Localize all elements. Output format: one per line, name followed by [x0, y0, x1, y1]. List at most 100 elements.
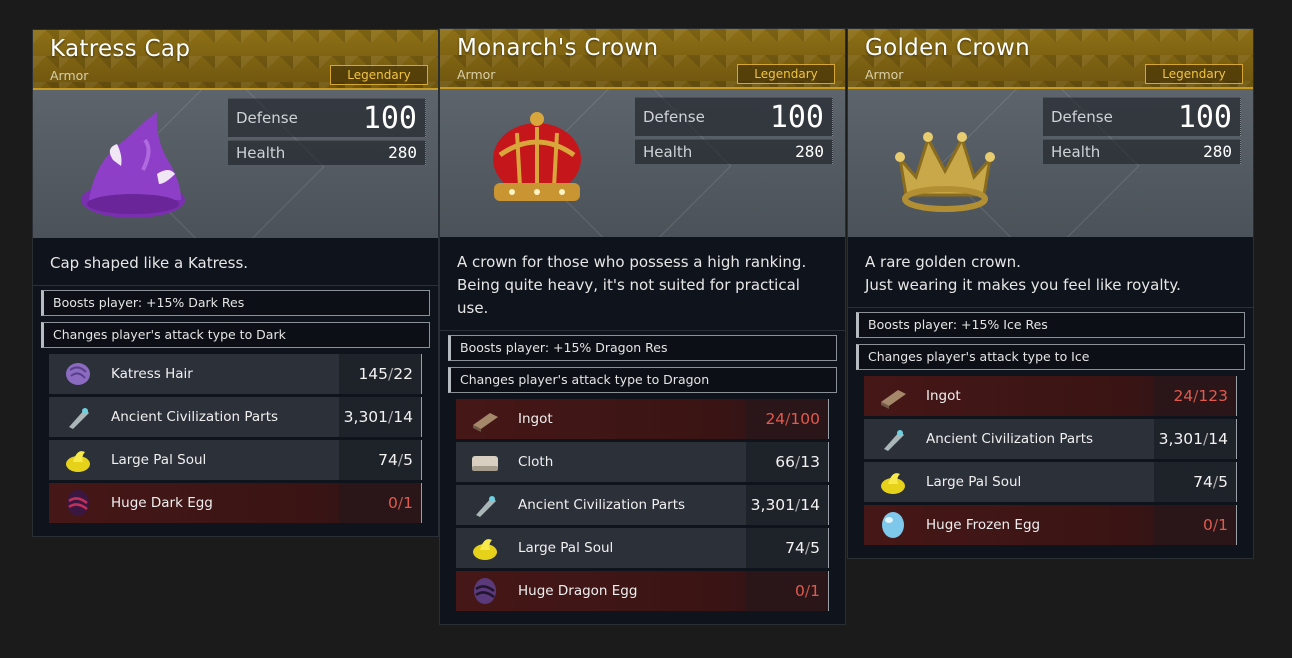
material-quantity: 24/100: [746, 399, 828, 439]
health-value: 280: [795, 142, 824, 161]
effect-item: Changes player's attack type to Dark: [41, 322, 430, 348]
effect-item: Changes player's attack type to Dragon: [448, 367, 837, 393]
health-stat: Health 280: [1043, 139, 1241, 164]
material-quantity: 74/5: [1154, 462, 1236, 502]
defense-stat: Defense 100: [1043, 97, 1241, 136]
health-stat: Health 280: [228, 140, 426, 165]
item-category: Armor: [865, 67, 904, 82]
item-name: Katress Cap: [50, 36, 191, 62]
material-row[interactable]: Ingot 24/100: [456, 399, 829, 439]
ancient-parts-icon: [63, 403, 93, 431]
health-stat: Health 280: [635, 139, 833, 164]
rarity-badge: Legendary: [330, 65, 428, 85]
material-row[interactable]: Large Pal Soul 74/5: [49, 440, 422, 480]
effect-item: Boosts player: +15% Ice Res: [856, 312, 1245, 338]
stats-panel: Defense 100 Health 280: [635, 97, 833, 167]
material-name: Katress Hair: [111, 366, 193, 382]
material-name: Ancient Civilization Parts: [926, 431, 1094, 447]
material-row[interactable]: Huge Dark Egg 0/1: [49, 483, 422, 523]
stats-panel: Defense 100 Health 280: [1043, 97, 1241, 167]
ancient-parts-icon: [878, 425, 908, 453]
item-name: Golden Crown: [865, 35, 1030, 61]
effects-list: Boosts player: +15% Ice Res Changes play…: [848, 308, 1253, 370]
material-name: Ingot: [518, 411, 553, 427]
item-preview: Defense 100 Health 280: [848, 89, 1253, 237]
material-quantity: 24/123: [1154, 376, 1236, 416]
material-quantity: 0/1: [339, 483, 421, 523]
health-label: Health: [643, 143, 693, 161]
item-name: Monarch's Crown: [457, 35, 659, 61]
material-row[interactable]: Ancient Civilization Parts 3,301/14: [49, 397, 422, 437]
ancient-parts-icon: [470, 491, 500, 519]
effect-item: Changes player's attack type to Ice: [856, 344, 1245, 370]
card-header: Golden Crown Armor Legendary: [848, 29, 1253, 89]
cloth-icon: [470, 448, 500, 476]
material-quantity: 66/13: [746, 442, 828, 482]
material-name: Huge Frozen Egg: [926, 517, 1041, 533]
material-name: Ingot: [926, 388, 961, 404]
material-row[interactable]: Large Pal Soul 74/5: [864, 462, 1237, 502]
material-quantity: 3,301/14: [339, 397, 421, 437]
material-name: Large Pal Soul: [518, 540, 614, 556]
defense-stat: Defense 100: [228, 98, 426, 137]
item-description: A rare golden crown. Just wearing it mak…: [848, 237, 1253, 308]
material-name: Huge Dark Egg: [111, 495, 213, 511]
material-quantity: 0/1: [1154, 505, 1236, 545]
card-header: Monarch's Crown Armor Legendary: [440, 29, 845, 89]
rarity-badge: Legendary: [737, 64, 835, 84]
pal-soul-icon: [63, 446, 93, 474]
item-preview: Defense 100 Health 280: [33, 90, 438, 238]
item-category: Armor: [457, 67, 496, 82]
item-description: Cap shaped like a Katress.: [33, 238, 438, 286]
material-row[interactable]: Huge Frozen Egg 0/1: [864, 505, 1237, 545]
material-name: Large Pal Soul: [926, 474, 1022, 490]
health-label: Health: [236, 144, 286, 162]
material-row[interactable]: Huge Dragon Egg 0/1: [456, 571, 829, 611]
rarity-badge: Legendary: [1145, 64, 1243, 84]
material-quantity: 145/22: [339, 354, 421, 394]
katress-cap-icon: [65, 100, 195, 230]
material-name: Ancient Civilization Parts: [518, 497, 686, 513]
dragon-egg-icon: [470, 577, 500, 605]
material-quantity: 3,301/14: [746, 485, 828, 525]
golden-crown-icon: [880, 99, 1010, 229]
material-row[interactable]: Ancient Civilization Parts 3,301/14: [456, 485, 829, 525]
ingot-icon: [470, 405, 500, 433]
defense-value: 100: [362, 101, 417, 136]
defense-label: Defense: [1051, 108, 1113, 126]
defense-label: Defense: [643, 108, 705, 126]
material-row[interactable]: Ancient Civilization Parts 3,301/14: [864, 419, 1237, 459]
material-row[interactable]: Large Pal Soul 74/5: [456, 528, 829, 568]
effect-item: Boosts player: +15% Dragon Res: [448, 335, 837, 361]
material-name: Huge Dragon Egg: [518, 583, 638, 599]
material-row[interactable]: Cloth 66/13: [456, 442, 829, 482]
defense-value: 100: [1177, 100, 1232, 135]
effects-list: Boosts player: +15% Dark Res Changes pla…: [33, 286, 438, 348]
stats-panel: Defense 100 Health 280: [228, 98, 426, 168]
defense-value: 100: [769, 100, 824, 135]
effect-item: Boosts player: +15% Dark Res: [41, 290, 430, 316]
materials-list: Ingot 24/123 Ancient Civilization Parts …: [848, 376, 1253, 558]
material-row[interactable]: Katress Hair 145/22: [49, 354, 422, 394]
material-row[interactable]: Ingot 24/123: [864, 376, 1237, 416]
item-card-golden-crown: Golden Crown Armor Legendary Defense 100…: [848, 29, 1253, 558]
material-quantity: 0/1: [746, 571, 828, 611]
material-name: Ancient Civilization Parts: [111, 409, 279, 425]
health-value: 280: [388, 143, 417, 162]
materials-list: Ingot 24/100 Cloth 66/13 Ancient Civiliz…: [440, 399, 845, 624]
material-quantity: 3,301/14: [1154, 419, 1236, 459]
card-header: Katress Cap Armor Legendary: [33, 30, 438, 90]
material-name: Large Pal Soul: [111, 452, 207, 468]
item-category: Armor: [50, 68, 89, 83]
item-card-katress-cap: Katress Cap Armor Legendary Defense 100 …: [33, 30, 438, 536]
material-quantity: 74/5: [339, 440, 421, 480]
health-label: Health: [1051, 143, 1101, 161]
defense-stat: Defense 100: [635, 97, 833, 136]
effects-list: Boosts player: +15% Dragon Res Changes p…: [440, 331, 845, 393]
defense-label: Defense: [236, 109, 298, 127]
pal-soul-icon: [470, 534, 500, 562]
materials-list: Katress Hair 145/22 Ancient Civilization…: [33, 354, 438, 536]
ingot-icon: [878, 382, 908, 410]
monarch-crown-icon: [472, 99, 602, 229]
health-value: 280: [1203, 142, 1232, 161]
